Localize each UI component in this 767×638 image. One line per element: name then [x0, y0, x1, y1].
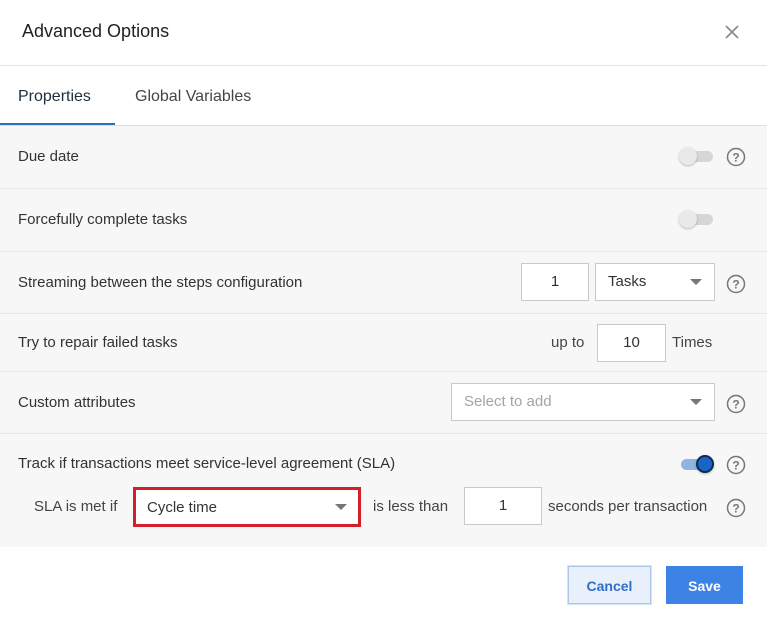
dialog-title: Advanced Options	[22, 21, 170, 41]
sla-met-if-label: SLA is met if	[34, 498, 118, 515]
tab-bar: Properties Global Variables	[0, 66, 767, 126]
tab-properties[interactable]: Properties	[18, 66, 91, 125]
sla-unit-label: seconds per transaction	[548, 498, 708, 515]
due-date-label: Due date	[18, 148, 79, 165]
help-icon[interactable]: ?	[726, 455, 746, 475]
forcefully-complete-label: Forcefully complete tasks	[18, 211, 188, 228]
custom-attributes-label: Custom attributes	[18, 394, 136, 411]
row-repair: Try to repair failed tasks up to 10 Time…	[0, 314, 767, 372]
svg-text:?: ?	[732, 502, 739, 516]
close-icon[interactable]	[722, 22, 742, 42]
sla-metric-select[interactable]: Cycle time	[133, 487, 361, 527]
help-icon[interactable]: ?	[726, 147, 746, 167]
tab-global-variables[interactable]: Global Variables	[135, 66, 251, 125]
dialog-header: Advanced Options	[0, 0, 767, 66]
caret-down-icon	[690, 279, 702, 285]
sla-toggle[interactable]	[679, 454, 715, 474]
sla-value-input[interactable]: 1	[464, 487, 542, 525]
repair-label: Try to repair failed tasks	[18, 334, 178, 351]
row-streaming: Streaming between the steps configuratio…	[0, 252, 767, 314]
streaming-unit-select[interactable]: Tasks	[595, 263, 715, 301]
svg-text:?: ?	[732, 398, 739, 412]
forcefully-complete-toggle[interactable]	[679, 209, 715, 229]
sla-comparison-label: is less than	[373, 498, 449, 515]
help-icon[interactable]: ?	[726, 274, 746, 294]
repair-count-input[interactable]: 10	[597, 324, 666, 362]
streaming-count-input[interactable]: 1	[521, 263, 589, 301]
row-forcefully-complete: Forcefully complete tasks	[0, 189, 767, 252]
advanced-options-dialog: Advanced Options Properties Global Varia…	[0, 0, 767, 638]
svg-text:?: ?	[732, 459, 739, 473]
caret-down-icon	[690, 399, 702, 405]
svg-text:?: ?	[732, 278, 739, 292]
sla-label: Track if transactions meet service-level…	[18, 455, 396, 472]
row-due-date: Due date ?	[0, 126, 767, 189]
help-icon[interactable]: ?	[726, 394, 746, 414]
due-date-toggle[interactable]	[679, 146, 715, 166]
dialog-footer: Cancel Save	[0, 547, 767, 638]
cancel-button[interactable]: Cancel	[568, 566, 651, 604]
custom-attributes-select[interactable]: Select to add	[451, 383, 715, 421]
save-button[interactable]: Save	[666, 566, 743, 604]
svg-text:?: ?	[732, 151, 739, 165]
repair-suffix: Times	[672, 334, 713, 351]
sla-metric-value: Cycle time	[147, 499, 218, 516]
custom-attributes-placeholder: Select to add	[464, 393, 552, 410]
row-sla: Track if transactions meet service-level…	[0, 434, 767, 547]
repair-prefix: up to	[551, 334, 585, 351]
caret-down-icon	[335, 504, 347, 510]
streaming-unit-value: Tasks	[608, 273, 647, 290]
help-icon[interactable]: ?	[726, 498, 746, 518]
streaming-label: Streaming between the steps configuratio…	[18, 274, 303, 291]
active-tab-indicator	[0, 123, 115, 125]
row-custom-attributes: Custom attributes Select to add ?	[0, 372, 767, 434]
properties-panel: Due date ? Forcefully complete tasks Str…	[0, 126, 767, 547]
